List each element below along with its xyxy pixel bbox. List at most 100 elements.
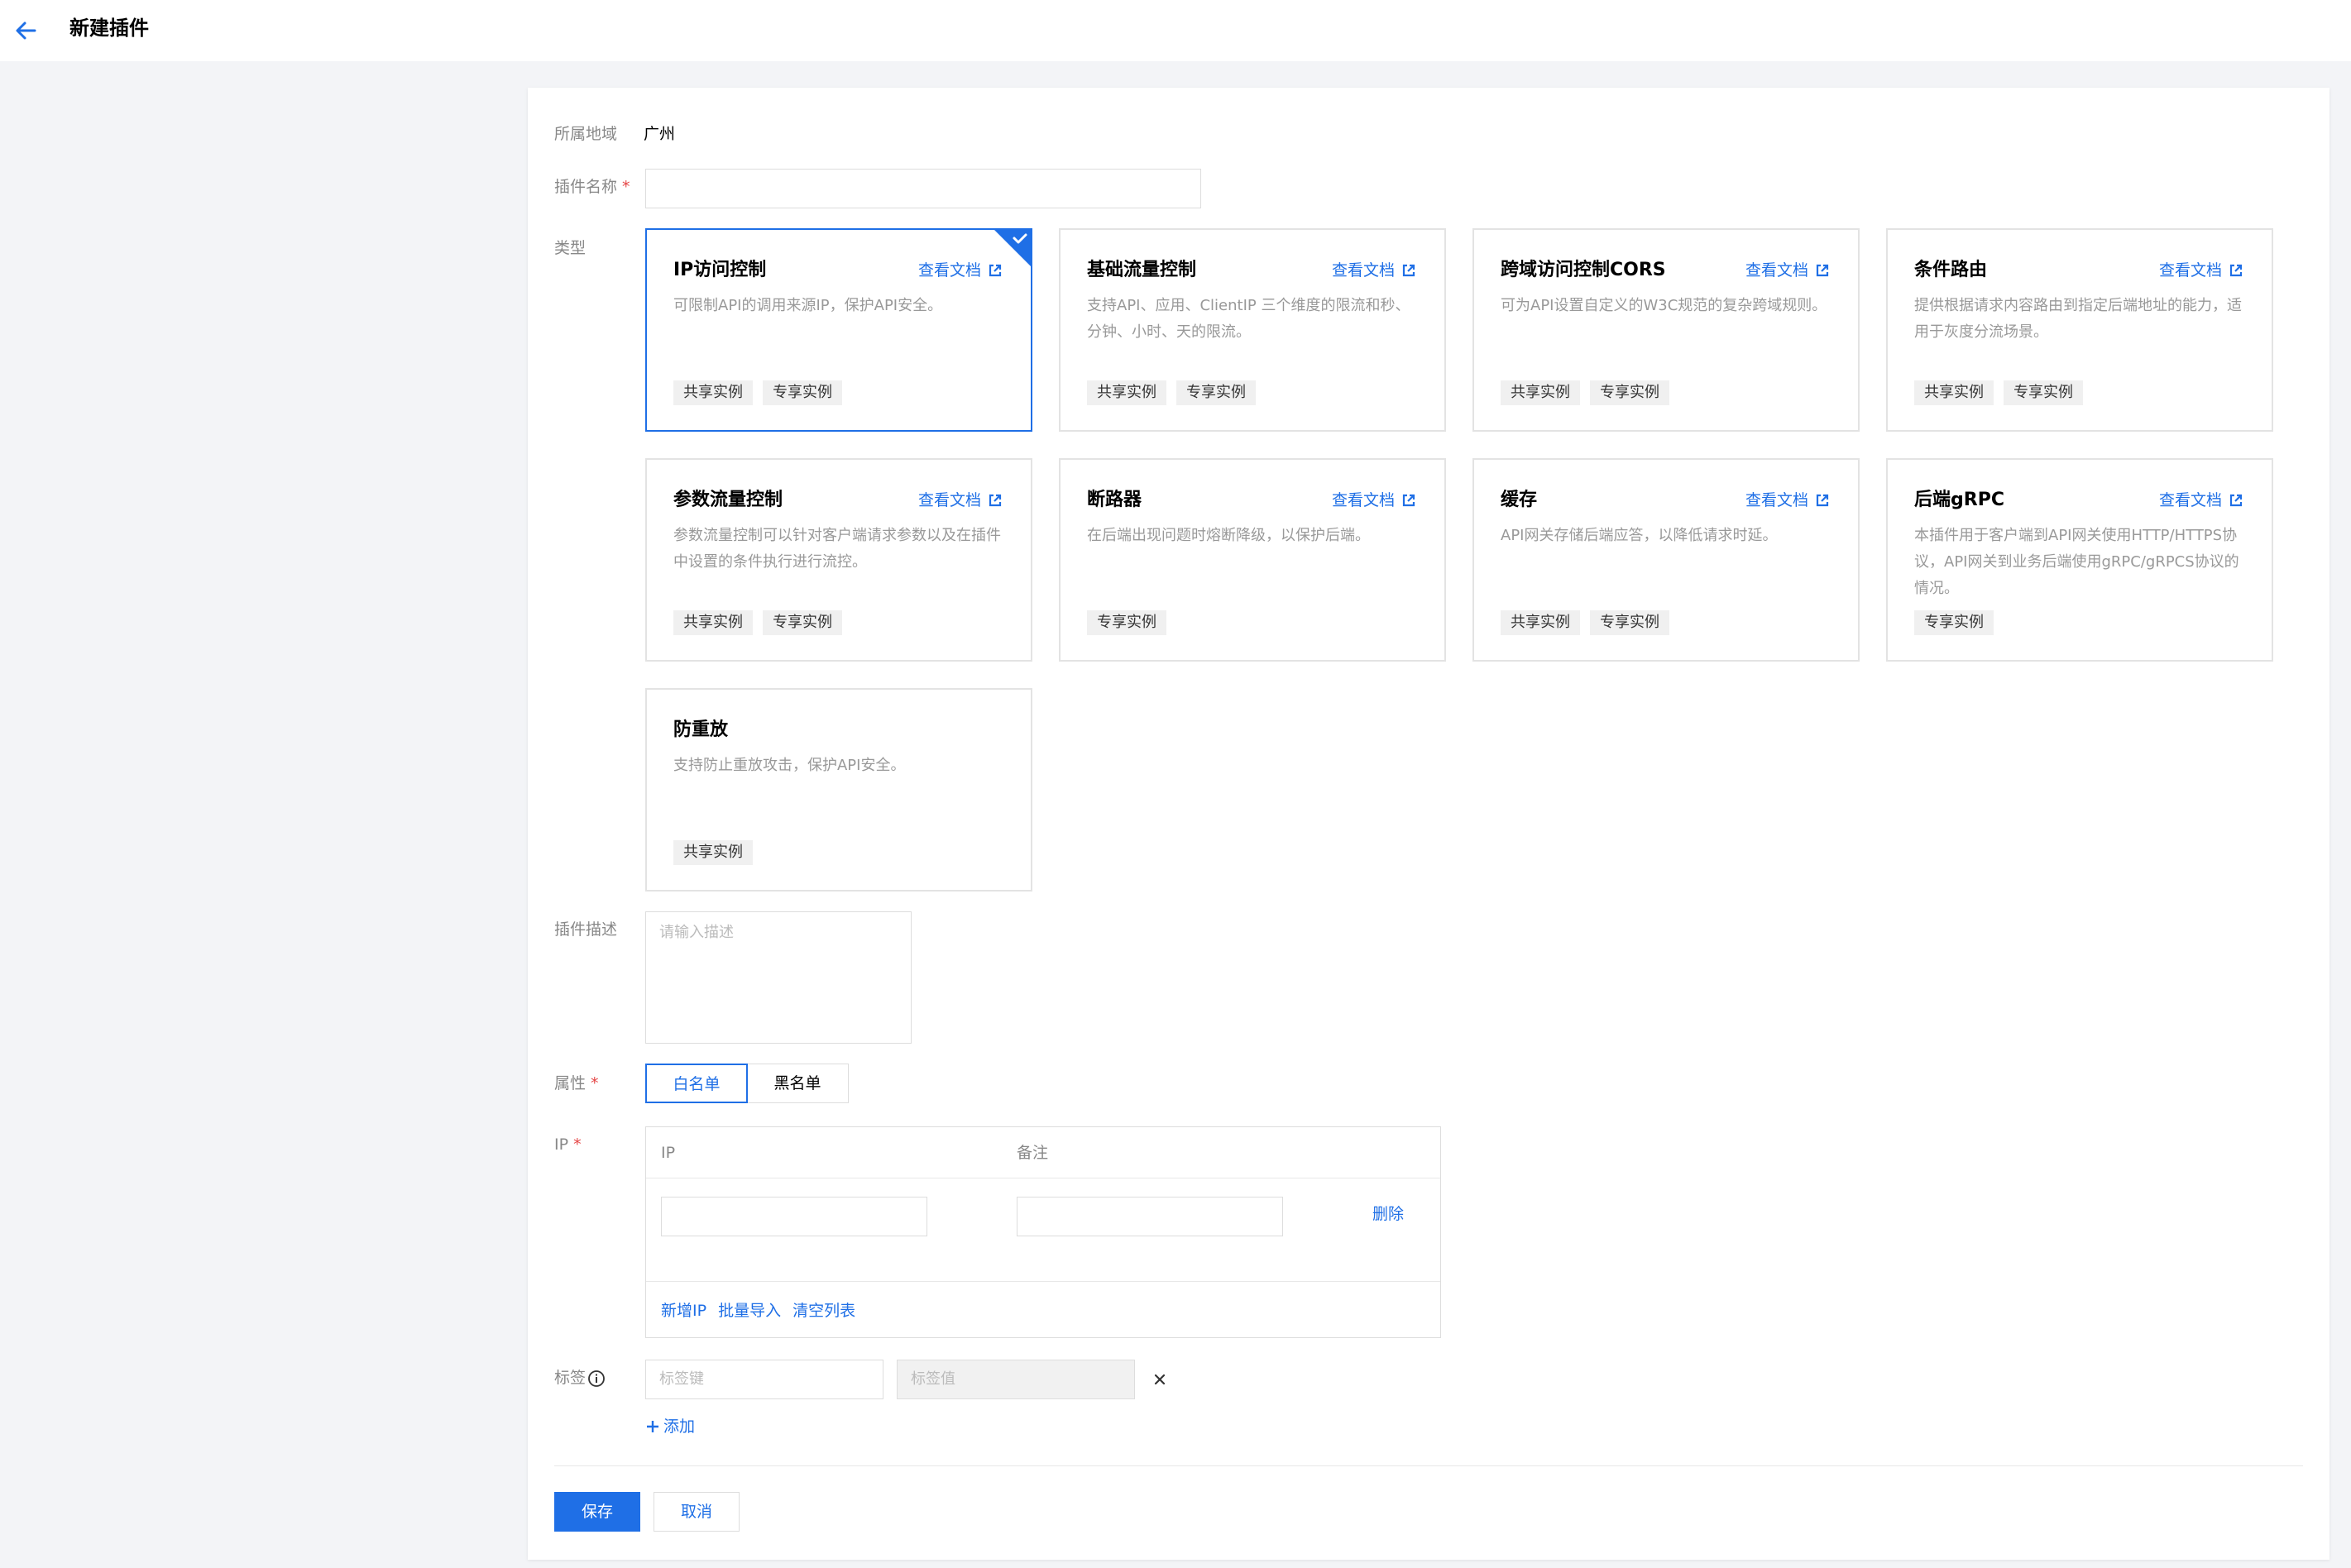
view-docs-label: 查看文档 [2158, 491, 2222, 509]
card-tags: 共享实例 专享实例 [673, 380, 842, 405]
instance-tag: 共享实例 [673, 610, 753, 635]
save-button[interactable]: 保存 [554, 1492, 640, 1532]
view-docs-label: 查看文档 [917, 261, 981, 280]
view-docs-link[interactable]: 查看文档 [2159, 490, 2243, 511]
plugin-type-card[interactable]: 条件路由 查看文档 提供根据请求内容路由到指定后端地址的能力，适用于灰度分流场景。共… [1886, 228, 2273, 432]
card-description: API网关存储后端应答，以降低请求时延。 [1501, 527, 1778, 544]
card-title: 后端gRPC [1914, 490, 2004, 510]
card-title: IP访问控制 [673, 260, 767, 280]
plugin-type-card[interactable]: 参数流量控制 查看文档参数流量控制可以针对客户端请求参数以及在插件中设置的条件执行… [645, 458, 1032, 662]
cancel-button[interactable]: 取消 [654, 1492, 740, 1532]
instance-tag: 专享实例 [1914, 610, 1994, 635]
external-link-icon [2229, 494, 2243, 507]
delete-row-link[interactable]: 删除 [1372, 1203, 1404, 1225]
instance-tag: 共享实例 [673, 380, 753, 405]
tag-key-input[interactable]: 标签键 [645, 1360, 883, 1399]
instance-tag: 共享实例 [673, 840, 753, 865]
plugin-name-input[interactable] [645, 169, 1201, 208]
plugin-type-card[interactable]: 断路器 查看文档在后端出现问题时熔断降级，以保护后端。专享实例 [1059, 458, 1446, 662]
instance-tag: 共享实例 [1501, 610, 1580, 635]
view-docs-link[interactable]: 查看文档 [1745, 490, 1830, 511]
tags-label-text: 标签 [554, 1369, 587, 1387]
card-title: 断路器 [1087, 490, 1142, 510]
arrow-left-icon[interactable] [10, 14, 43, 47]
instance-tag: 专享实例 [763, 380, 842, 405]
plugin-name-label: 插件名称 * [554, 175, 630, 198]
card-description: 可为API设置自定义的W3C规范的复杂跨域规则。 [1501, 297, 1827, 314]
view-docs-link[interactable]: 查看文档 [2159, 260, 2243, 281]
ip-table-header: IP 备注 [646, 1127, 1440, 1178]
plugin-type-card[interactable]: 跨域访问控制CORS 查看文档可为API设置自定义的W3C规范的复杂跨域规则。共享… [1472, 228, 1860, 432]
add-tag-label: 添加 [663, 1417, 696, 1436]
ip-column-header: IP [661, 1144, 676, 1162]
view-docs-label: 查看文档 [917, 491, 981, 509]
view-docs-link[interactable]: 查看文档 [1332, 260, 1416, 281]
view-docs-link[interactable]: 查看文档 [918, 490, 1003, 511]
clear-list-link[interactable]: 清空列表 [792, 1300, 855, 1322]
plugin-type-card[interactable]: 防重放支持防止重放攻击，保护API安全。共享实例 [645, 688, 1032, 892]
card-tags: 共享实例 专享实例 [1501, 380, 1669, 405]
view-docs-link[interactable]: 查看文档 [1332, 490, 1416, 511]
plugin-type-card[interactable]: IP访问控制 查看文档可限制API的调用来源IP，保护API安全。共享实例 专享实例 [645, 228, 1032, 432]
whitelist-option[interactable]: 白名单 [645, 1064, 748, 1103]
region-label: 所属地域 [554, 125, 618, 143]
tags-label: 标签 [554, 1366, 606, 1389]
card-title: 参数流量控制 [673, 490, 783, 510]
plugin-desc-label: 插件描述 [554, 920, 618, 939]
ip-note-input[interactable] [1017, 1197, 1283, 1236]
info-icon[interactable] [587, 1370, 606, 1388]
view-docs-label: 查看文档 [1331, 491, 1395, 509]
plugin-type-card[interactable]: 缓存 查看文档 API网关存储后端应答，以降低请求时延。共享实例 专享实例 [1472, 458, 1860, 662]
type-label: 类型 [554, 239, 587, 257]
ip-table-footer: 新增IP 批量导入 清空列表 [646, 1281, 1440, 1339]
plugin-desc-textarea[interactable]: 请输入描述 [645, 911, 912, 1044]
blacklist-option[interactable]: 黑名单 [746, 1064, 849, 1103]
instance-tag: 专享实例 [1590, 610, 1669, 635]
card-title: 条件路由 [1914, 260, 1988, 280]
instance-tag: 专享实例 [1590, 380, 1669, 405]
add-tag-link[interactable]: 添加 [645, 1416, 695, 1437]
view-docs-link[interactable]: 查看文档 [918, 260, 1003, 281]
page-title: 新建插件 [69, 17, 149, 40]
card-description: 可限制API的调用来源IP，保护API安全。 [673, 297, 943, 314]
external-link-icon [1402, 494, 1415, 507]
card-tags: 共享实例 专享实例 [1087, 380, 1256, 405]
instance-tag: 专享实例 [1176, 380, 1256, 405]
plugin-type-card[interactable]: 基础流量控制 查看文档 支持API、应用、ClientIP 三个维度的限流和秒、分钟… [1059, 228, 1446, 432]
card-title: 防重放 [673, 719, 729, 740]
instance-tag: 专享实例 [2004, 380, 2083, 405]
close-icon[interactable] [1150, 1370, 1170, 1389]
instance-tag: 共享实例 [1914, 380, 1994, 405]
view-docs-label: 查看文档 [1331, 261, 1395, 280]
plugin-type-card[interactable]: 后端gRPC 查看文档本插件用于客户端到API网关使用HTTP/HTTPS协议，A… [1886, 458, 2273, 662]
view-docs-link[interactable]: 查看文档 [1745, 260, 1830, 281]
plus-icon [647, 1421, 658, 1432]
view-docs-label: 查看文档 [2158, 261, 2222, 280]
instance-tag: 专享实例 [1087, 610, 1166, 635]
instance-tag: 共享实例 [1501, 380, 1580, 405]
required-mark: * [622, 178, 630, 196]
card-description: 本插件用于客户端到API网关使用HTTP/HTTPS协议，API网关到业务后端使… [1914, 527, 2239, 597]
card-title: 基础流量控制 [1087, 260, 1197, 280]
card-description: 参数流量控制可以针对客户端请求参数以及在插件中设置的条件执行进行流控。 [673, 527, 1001, 571]
card-tags: 共享实例 专享实例 [1501, 610, 1669, 635]
ip-table: IP 备注 删除 新增IP 批量导入 清空列表 [645, 1126, 1441, 1338]
tag-value-input[interactable]: 标签值 [897, 1360, 1135, 1399]
card-title: 缓存 [1501, 490, 1538, 510]
card-tags: 共享实例 专享实例 [1914, 380, 2083, 405]
card-description: 支持防止重放攻击，保护API安全。 [673, 757, 906, 774]
ip-label: IP * [554, 1133, 582, 1156]
attribute-label-text: 属性 [554, 1074, 587, 1092]
add-ip-link[interactable]: 新增IP [661, 1300, 706, 1322]
card-description: 在后端出现问题时熔断降级，以保护后端。 [1087, 527, 1370, 544]
card-title: 跨域访问控制CORS [1501, 260, 1666, 280]
instance-tag: 共享实例 [1087, 380, 1166, 405]
attribute-label: 属性 * [554, 1072, 599, 1095]
view-docs-label: 查看文档 [1745, 491, 1808, 509]
required-mark: * [573, 1135, 582, 1154]
external-link-icon [989, 494, 1002, 507]
ip-input[interactable] [661, 1197, 927, 1236]
note-column-header: 备注 [1017, 1144, 1049, 1162]
ip-label-text: IP [554, 1135, 569, 1154]
batch-import-link[interactable]: 批量导入 [718, 1300, 781, 1322]
